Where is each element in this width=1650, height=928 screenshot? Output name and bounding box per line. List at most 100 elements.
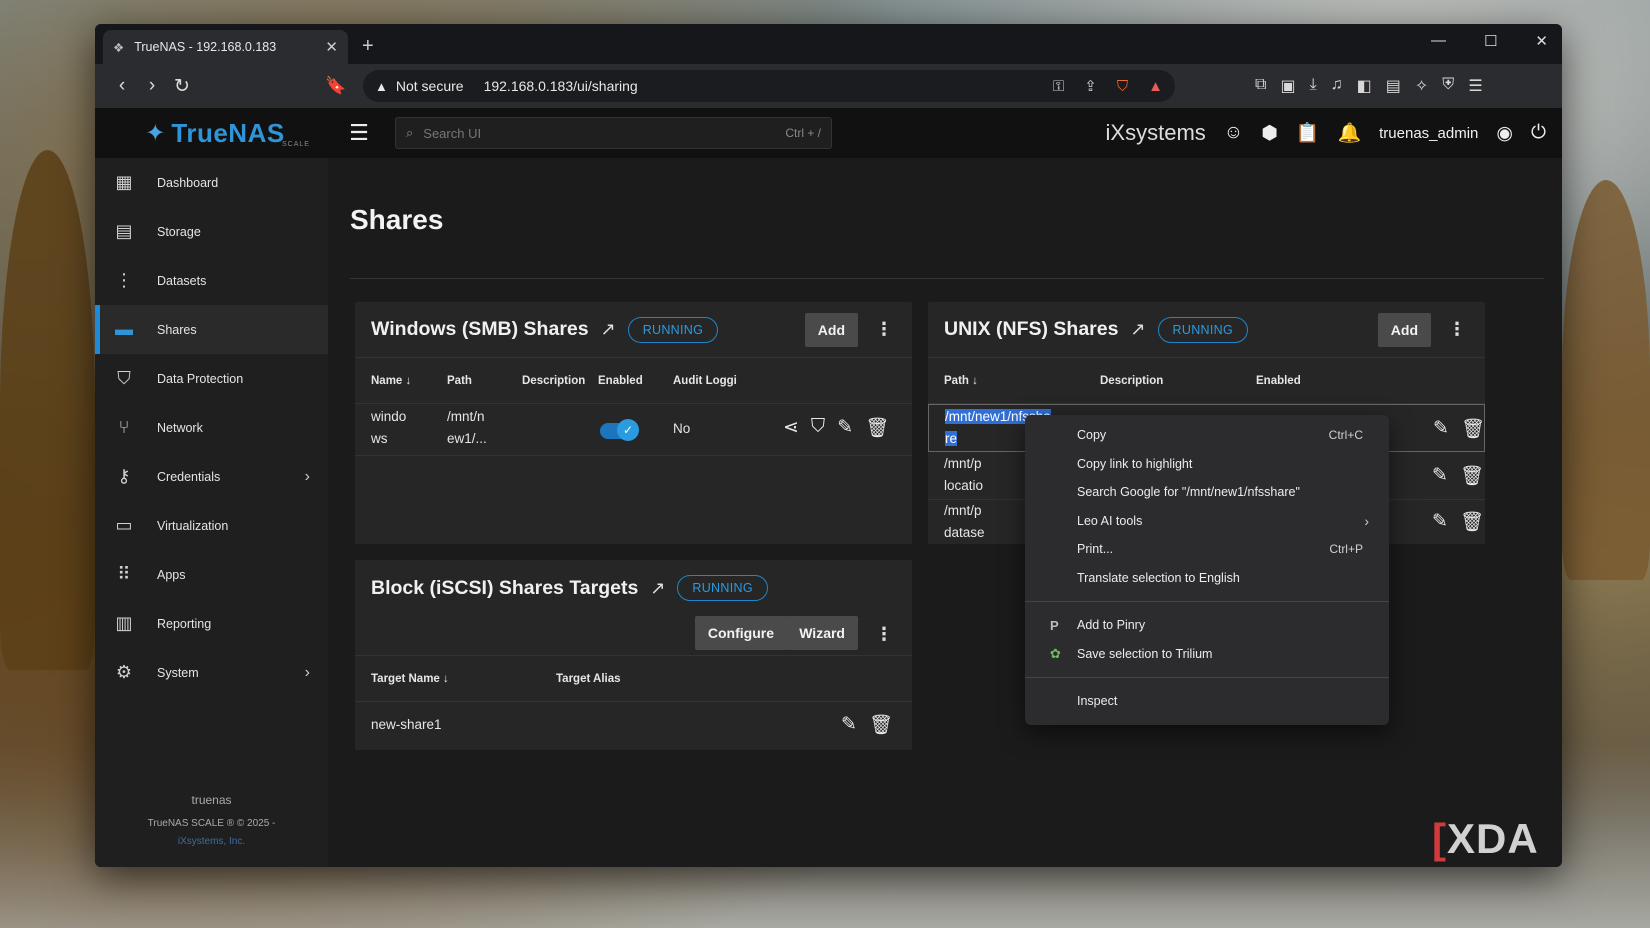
feedback-icon[interactable]: ☺ [1224, 122, 1243, 144]
configure-button[interactable]: Configure [694, 616, 787, 650]
leo-icon[interactable]: ✧ [1415, 76, 1428, 96]
menu-item-translate[interactable]: Translate selection to English [1025, 564, 1389, 593]
brave-shield-icon[interactable]: ⛉ [1117, 78, 1128, 95]
col-name[interactable]: Name ↓ [371, 375, 411, 387]
edit-icon[interactable]: ✎ [1432, 510, 1448, 534]
security-icon[interactable]: ⛉ [811, 416, 825, 440]
edit-icon[interactable]: ✎ [837, 416, 853, 440]
power-icon[interactable]: ⏻ [1531, 122, 1546, 144]
table-row[interactable]: windows /mnt/new1/... No ⋖ ⛉ ✎ 🗑 [355, 404, 912, 456]
delete-icon[interactable]: 🗑 [869, 713, 893, 737]
col-enabled[interactable]: Enabled [598, 375, 643, 387]
tab-close-icon[interactable]: ✕ [325, 38, 338, 56]
ixsystems-logo[interactable]: iXsystems [1106, 120, 1206, 146]
col-audit[interactable]: Audit Loggi [673, 375, 737, 387]
open-in-new-icon[interactable]: ↗ [650, 578, 665, 599]
menu-item-print[interactable]: Print... Ctrl+P [1025, 535, 1389, 564]
reader-icon[interactable]: ▣ [1280, 76, 1295, 96]
edit-icon[interactable]: ✎ [1432, 464, 1448, 488]
account-icon[interactable]: ◉ [1496, 122, 1513, 145]
truenas-logo[interactable]: ✦ TrueNAS SCALE [95, 118, 335, 149]
smb-add-button[interactable]: Add [804, 312, 858, 347]
col-target-alias[interactable]: Target Alias [556, 673, 621, 685]
brave-rewards-icon[interactable]: ▲ [1148, 78, 1163, 95]
new-tab-button[interactable]: + [362, 35, 374, 58]
minimize-icon[interactable]: — [1431, 32, 1446, 50]
sidebar-item-dashboard[interactable]: ▦ Dashboard [95, 158, 328, 207]
sidebar-item-label: Shares [157, 322, 197, 337]
sidebar-item-system[interactable]: ⚙ System › [95, 648, 328, 697]
sidebar-item-virtualization[interactable]: ▭ Virtualization [95, 501, 328, 550]
menu-icon[interactable]: ☰ [1468, 76, 1482, 96]
open-in-new-icon[interactable]: ↗ [601, 319, 616, 340]
smb-status-badge[interactable]: RUNNING [627, 316, 719, 343]
bookmark-icon[interactable]: 🔖 [325, 76, 349, 96]
back-icon[interactable]: ‹ [107, 75, 137, 97]
nfs-status-badge[interactable]: RUNNING [1157, 316, 1248, 343]
delete-icon[interactable]: 🗑 [1460, 464, 1484, 488]
search-input[interactable]: ⌕ Search UI Ctrl + / [395, 117, 832, 149]
col-path[interactable]: Path [447, 375, 472, 387]
url-text[interactable]: 192.168.0.183/ui/sharing [484, 78, 1033, 94]
sidebar-item-storage[interactable]: ▤ Storage [95, 207, 328, 256]
extensions-icon[interactable]: ⧉ [1255, 76, 1266, 96]
col-enabled[interactable]: Enabled [1256, 375, 1301, 387]
vpn-icon[interactable]: ⛨ [1442, 76, 1454, 96]
nfs-add-button[interactable]: Add [1377, 312, 1431, 347]
wizard-button[interactable]: Wizard [786, 616, 858, 650]
menu-item-leo-ai[interactable]: Leo AI tools › [1025, 507, 1389, 536]
menu-item-trilium[interactable]: ✿ Save selection to Trilium [1025, 640, 1389, 669]
company-link[interactable]: iXsystems, Inc. [95, 836, 328, 847]
share-icon[interactable]: ⇪ [1084, 77, 1097, 95]
forward-icon[interactable]: › [137, 75, 167, 97]
menu-item-copy-link[interactable]: Copy link to highlight [1025, 450, 1389, 479]
share-icon[interactable]: ⋖ [783, 416, 799, 440]
table-row[interactable]: new-share1 ✎ 🗑 [355, 702, 912, 748]
key-icon[interactable]: ⚿ [1053, 78, 1064, 95]
iscsi-status-badge[interactable]: RUNNING [677, 575, 768, 601]
username[interactable]: truenas_admin [1379, 125, 1478, 142]
browser-tab[interactable]: ❖ TrueNAS - 192.168.0.183 ✕ [103, 30, 348, 64]
truecommand-icon[interactable]: ⬢ [1261, 122, 1278, 145]
enabled-toggle[interactable] [600, 419, 639, 441]
sidebar-item-shares[interactable]: ▬ Shares [95, 305, 328, 354]
menu-item-search-google[interactable]: Search Google for "/mnt/new1/nfsshare" [1025, 478, 1389, 507]
delete-icon[interactable]: 🗑 [865, 416, 889, 440]
close-window-icon[interactable]: ✕ [1535, 32, 1548, 50]
more-vert-icon[interactable]: ⋮ [874, 319, 894, 340]
sidebar-item-datasets[interactable]: ⋮ Datasets [95, 256, 328, 305]
col-description[interactable]: Description [1100, 375, 1163, 387]
menu-item-inspect[interactable]: Inspect [1025, 687, 1389, 716]
sidebar-item-credentials[interactable]: ⚷ Credentials › [95, 452, 328, 501]
url-field[interactable]: ▲ Not secure 192.168.0.183/ui/sharing ⚿ … [363, 70, 1175, 102]
edit-icon[interactable]: ✎ [841, 713, 857, 737]
security-label[interactable]: Not secure [396, 78, 464, 94]
sidebar-item-reporting[interactable]: ▥ Reporting [95, 599, 328, 648]
sidebar-item-data-protection[interactable]: ⛉ Data Protection [95, 354, 328, 403]
menu-item-copy[interactable]: Copy Ctrl+C [1025, 421, 1389, 450]
open-in-new-icon[interactable]: ↗ [1130, 319, 1145, 340]
edit-icon[interactable]: ✎ [1433, 417, 1449, 441]
jobs-icon[interactable]: 📋 [1296, 121, 1320, 145]
delete-icon[interactable]: 🗑 [1461, 417, 1485, 441]
maximize-icon[interactable]: ☐ [1484, 32, 1497, 50]
col-target-name[interactable]: Target Name ↓ [371, 673, 449, 685]
col-description[interactable]: Description [522, 375, 585, 387]
notifications-icon[interactable]: 🔔 [1337, 121, 1361, 145]
delete-icon[interactable]: 🗑 [1460, 510, 1484, 534]
sidebar-icon[interactable]: ◧ [1357, 76, 1372, 96]
col-path[interactable]: Path ↓ [944, 375, 978, 387]
media-icon[interactable]: ♫ [1331, 76, 1343, 96]
gear-icon: ⚙ [115, 662, 133, 682]
more-vert-icon[interactable]: ⋮ [874, 624, 894, 645]
more-vert-icon[interactable]: ⋮ [1447, 319, 1467, 340]
nfs-path: /mnt/p datase [944, 503, 985, 540]
sidebar-item-network[interactable]: ⑂ Network [95, 403, 328, 452]
reload-icon[interactable]: ↻ [167, 75, 197, 98]
sidebar-item-apps[interactable]: ⠿ Apps [95, 550, 328, 599]
hamburger-menu-icon[interactable]: ☰ [339, 120, 379, 146]
wallet-icon[interactable]: ▤ [1386, 76, 1401, 96]
menu-item-pinry[interactable]: P Add to Pinry [1025, 611, 1389, 640]
search-placeholder[interactable]: Search UI [423, 126, 775, 141]
download-icon[interactable]: ⤓ [1310, 76, 1317, 96]
